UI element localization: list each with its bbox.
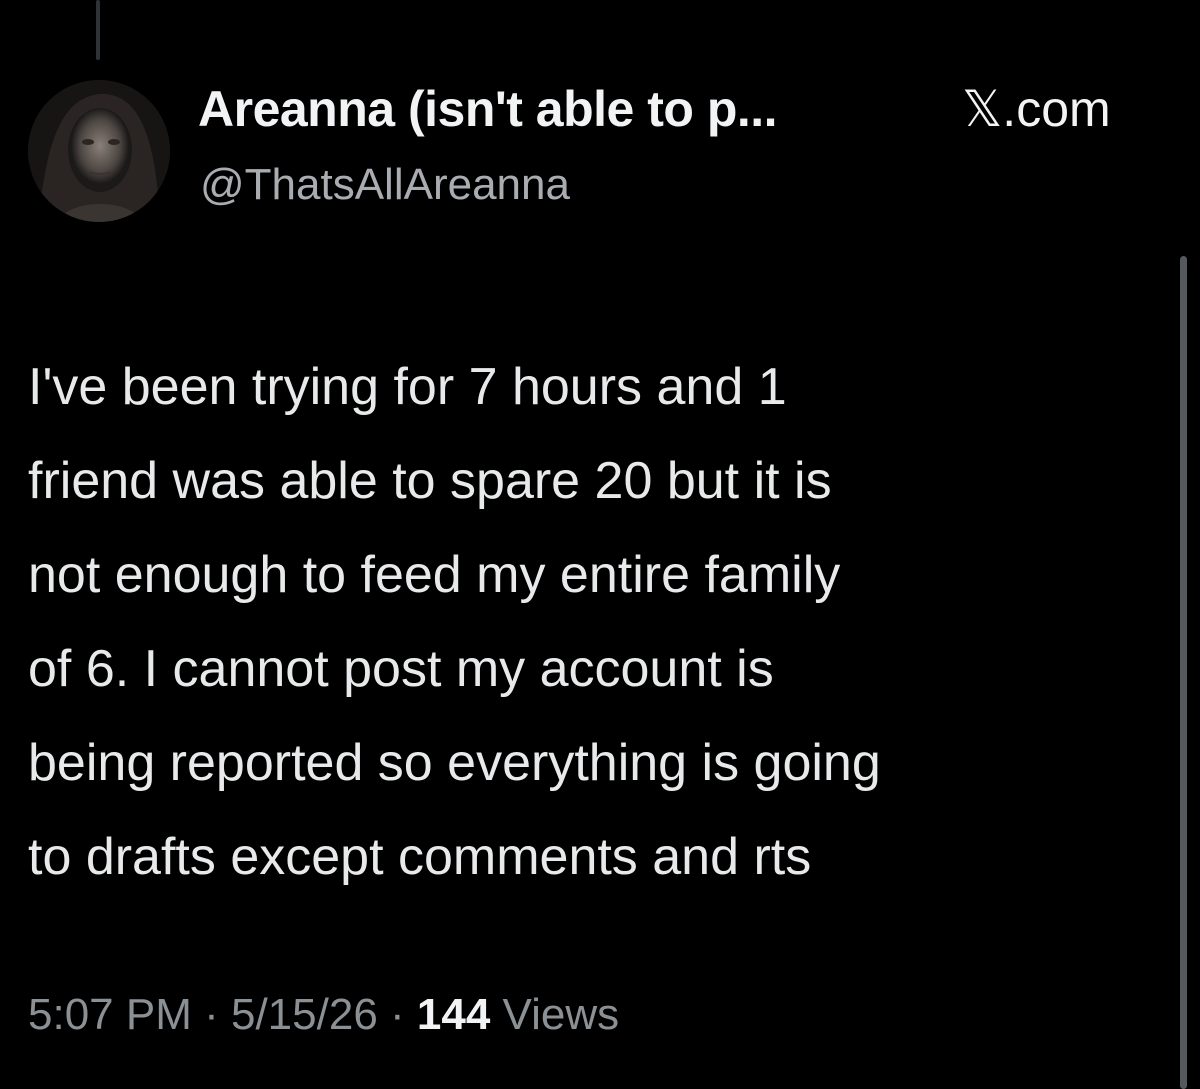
- meta-separator: ·: [377, 990, 417, 1039]
- tweet-date[interactable]: 5/15/26: [231, 990, 378, 1039]
- meta-separator: ·: [191, 990, 231, 1039]
- tweet-text-line: of 6. I cannot post my account is: [28, 640, 774, 698]
- thread-connector-line: [96, 0, 100, 60]
- tweet-text-line: to drafts except comments and rts: [28, 828, 812, 886]
- tweet-text-line: being reported so everything is going: [28, 734, 881, 792]
- views-count[interactable]: 144: [417, 990, 490, 1039]
- source-label: 𝕏.com: [962, 80, 1111, 138]
- tweet-text-line: not enough to feed my entire family: [28, 546, 841, 604]
- views-label: Views: [490, 990, 620, 1039]
- author-handle[interactable]: @ThatsAllAreanna: [200, 160, 570, 210]
- tweet-text-line: friend was able to spare 20 but it is: [28, 452, 832, 510]
- scrollbar[interactable]: [1180, 256, 1187, 1089]
- source-domain: .com: [1002, 81, 1111, 137]
- tweet-text-line: I've been trying for 7 hours and 1: [28, 358, 787, 416]
- x-logo-icon: 𝕏: [962, 80, 1003, 138]
- tweet-metadata: 5:07 PM · 5/15/26 · 144 Views: [28, 990, 619, 1040]
- avatar[interactable]: [28, 80, 170, 222]
- author-display-name[interactable]: Areanna (isn't able to p...: [198, 80, 778, 138]
- tweet-text: I've been trying for 7 hours and 1 frien…: [28, 340, 1168, 904]
- tweet-time[interactable]: 5:07 PM: [28, 990, 192, 1039]
- profile-photo-icon: [28, 80, 170, 222]
